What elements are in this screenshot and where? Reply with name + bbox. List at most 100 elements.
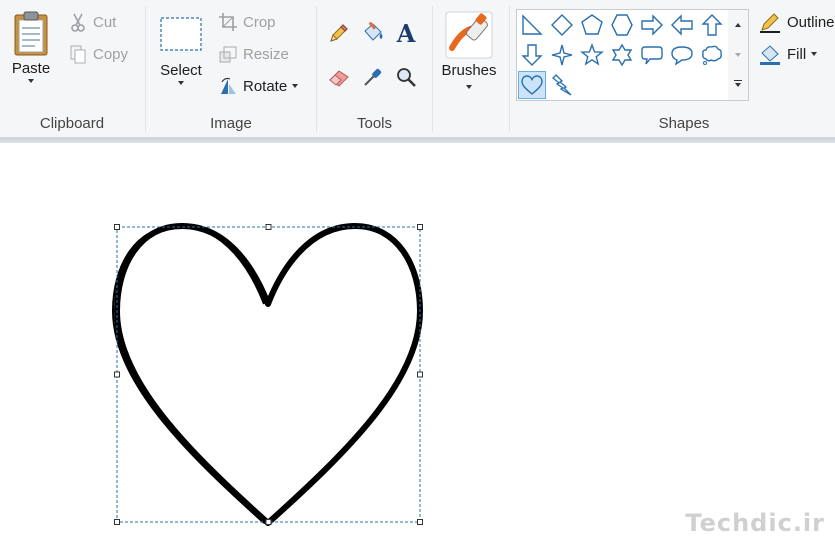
shape-hexagon[interactable] bbox=[608, 11, 636, 39]
pencil-icon bbox=[330, 24, 348, 42]
diamond-icon bbox=[551, 14, 573, 36]
rotate-icon bbox=[221, 77, 236, 94]
resize-label: Resize bbox=[243, 45, 289, 63]
group-separator bbox=[509, 6, 510, 132]
pentagon-icon bbox=[581, 14, 603, 35]
arrow-left-icon bbox=[671, 14, 693, 36]
shape-five-point-star[interactable] bbox=[578, 41, 606, 69]
cut-label: Cut bbox=[93, 13, 117, 31]
brushes-dropdown-caret[interactable] bbox=[466, 85, 472, 89]
arrow-up-icon bbox=[701, 14, 723, 36]
cloud-callout-icon bbox=[702, 45, 722, 65]
expand-icon bbox=[734, 79, 742, 91]
drawing-canvas[interactable]: Techdic.ir bbox=[0, 143, 835, 543]
brushes-button[interactable]: Brushes bbox=[440, 10, 498, 89]
fill-label: Fill bbox=[787, 45, 807, 63]
shape-arrow-down[interactable] bbox=[518, 41, 546, 69]
caret-up-icon bbox=[735, 23, 741, 27]
text-icon: A bbox=[396, 18, 416, 48]
caret-down-icon bbox=[735, 53, 741, 57]
rotate-dropdown-caret[interactable] bbox=[292, 84, 299, 88]
copy-icon bbox=[70, 45, 86, 64]
crop-label: Crop bbox=[243, 13, 276, 31]
shape-six-point-star[interactable] bbox=[608, 41, 636, 69]
heart-icon bbox=[521, 75, 543, 95]
shapes-group-label: Shapes bbox=[658, 115, 710, 132]
outline-pencil-icon bbox=[760, 13, 780, 33]
magnifier-icon bbox=[397, 68, 416, 87]
crop-icon bbox=[219, 13, 237, 31]
rotate-label: Rotate bbox=[243, 77, 288, 95]
shape-heart[interactable] bbox=[518, 71, 546, 99]
select-dropdown-caret[interactable] bbox=[178, 81, 184, 85]
outline-button[interactable]: Outline bbox=[758, 10, 835, 34]
shape-pentagon[interactable] bbox=[578, 11, 606, 39]
shapes-gallery-scroll bbox=[728, 9, 749, 101]
paste-dropdown-caret[interactable] bbox=[28, 79, 34, 83]
shape-cloud-callout[interactable] bbox=[698, 41, 726, 69]
arrow-right-icon bbox=[641, 14, 663, 36]
lightning-icon bbox=[552, 74, 572, 96]
select-button[interactable]: Select bbox=[156, 14, 206, 85]
shape-arrow-right[interactable] bbox=[638, 11, 666, 39]
fill-bucket-icon bbox=[364, 21, 383, 41]
fill-tool[interactable] bbox=[360, 20, 386, 46]
rounded-callout-icon bbox=[641, 46, 663, 65]
text-tool[interactable]: A bbox=[393, 18, 419, 48]
right-triangle-icon bbox=[522, 14, 543, 35]
six-point-star-icon bbox=[611, 43, 633, 67]
five-point-star-icon bbox=[580, 43, 604, 66]
cut-button[interactable]: Cut bbox=[68, 10, 116, 34]
magnifier-tool[interactable] bbox=[393, 64, 419, 90]
fill-dropdown-caret[interactable] bbox=[811, 52, 818, 56]
resize-button[interactable]: Resize bbox=[218, 42, 289, 66]
shape-arrow-left[interactable] bbox=[668, 11, 696, 39]
gallery-expand[interactable] bbox=[728, 70, 748, 100]
hexagon-icon bbox=[611, 14, 633, 36]
image-group-label: Image bbox=[210, 115, 252, 132]
clipboard-group-label: Clipboard bbox=[39, 115, 105, 132]
select-rectangle-icon bbox=[160, 17, 202, 51]
shape-diamond[interactable] bbox=[548, 11, 576, 39]
shape-right-triangle[interactable] bbox=[518, 11, 546, 39]
gallery-scroll-up[interactable] bbox=[728, 10, 748, 40]
rotate-button[interactable]: Rotate bbox=[218, 74, 299, 98]
shape-arrow-up[interactable] bbox=[698, 11, 726, 39]
shape-four-point-star[interactable] bbox=[548, 41, 576, 69]
crop-button[interactable]: Crop bbox=[218, 10, 276, 34]
watermark: Techdic.ir bbox=[685, 509, 825, 537]
group-separator bbox=[432, 6, 433, 132]
eraser-tool[interactable] bbox=[326, 64, 352, 90]
shape-rounded-callout[interactable] bbox=[638, 41, 666, 69]
shape-lightning[interactable] bbox=[548, 71, 576, 99]
brush-icon bbox=[445, 11, 493, 59]
shapes-gallery bbox=[516, 9, 729, 101]
canvas-drawing bbox=[111, 223, 423, 526]
pencil-tool[interactable] bbox=[326, 20, 352, 46]
four-point-star-icon bbox=[551, 44, 573, 66]
resize-icon bbox=[219, 46, 237, 63]
color-picker-tool[interactable] bbox=[360, 64, 386, 90]
select-label: Select bbox=[160, 62, 202, 79]
arrow-down-icon bbox=[521, 44, 543, 66]
heart-shape[interactable] bbox=[114, 223, 423, 526]
tools-group-label: Tools bbox=[356, 115, 393, 132]
brushes-label: Brushes bbox=[441, 62, 497, 79]
fill-button[interactable]: Fill bbox=[758, 42, 818, 66]
paste-button[interactable]: Paste bbox=[8, 10, 54, 83]
eraser-icon bbox=[329, 70, 349, 87]
gallery-scroll-down[interactable] bbox=[728, 40, 748, 70]
group-separator bbox=[145, 6, 146, 132]
oval-callout-icon bbox=[671, 46, 693, 66]
copy-button[interactable]: Copy bbox=[68, 42, 128, 66]
paste-label: Paste bbox=[11, 60, 51, 77]
copy-label: Copy bbox=[93, 45, 129, 63]
fill-icon bbox=[760, 45, 780, 65]
shape-oval-callout[interactable] bbox=[668, 41, 696, 69]
outline-label: Outline bbox=[787, 13, 835, 31]
clipboard-icon bbox=[14, 11, 48, 56]
color-picker-icon bbox=[364, 68, 382, 86]
ribbon: Paste Cut Copy Clipboard Select Crop Res… bbox=[0, 0, 835, 138]
group-separator bbox=[316, 6, 317, 132]
scissors-icon bbox=[71, 13, 85, 32]
